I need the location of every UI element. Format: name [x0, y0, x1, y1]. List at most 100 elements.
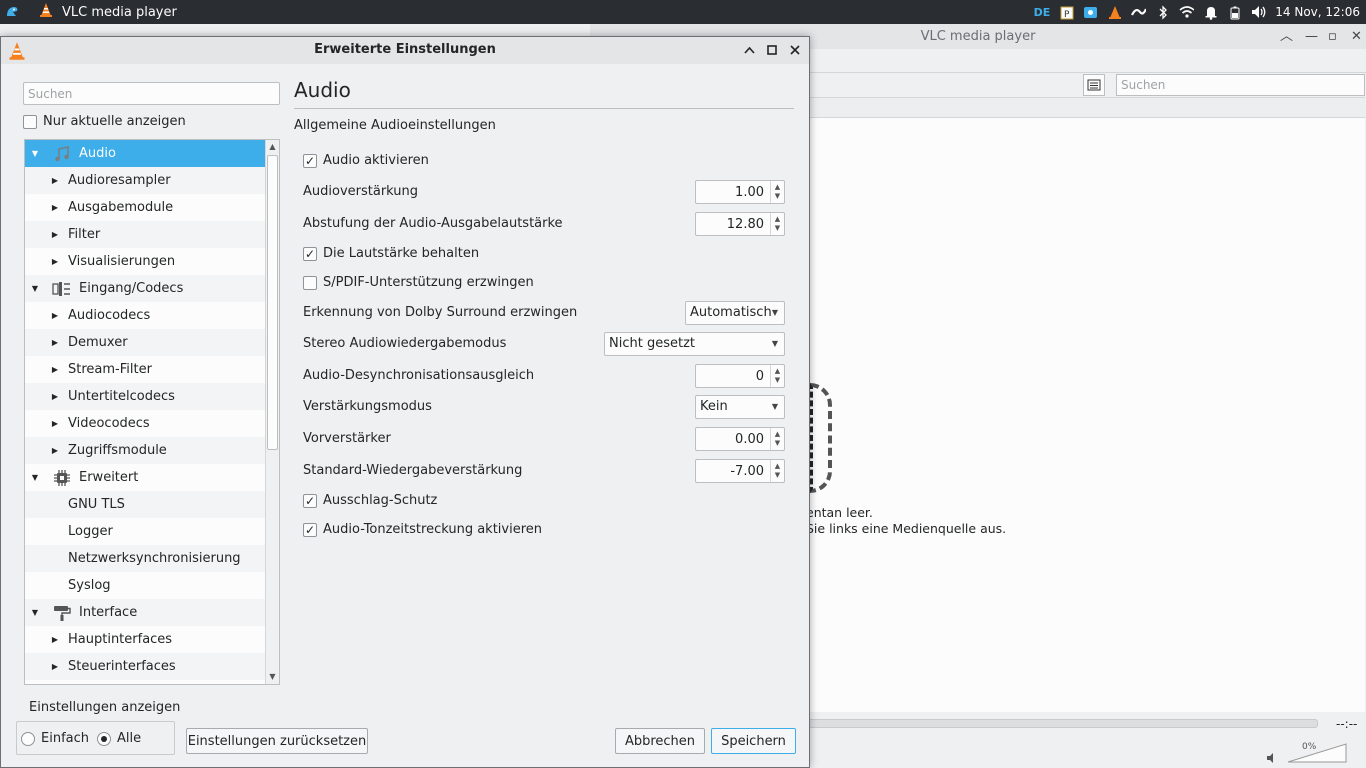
expand-arrow-icon[interactable]: ▶	[50, 446, 60, 456]
tree-item-syslog[interactable]: Syslog	[25, 572, 265, 599]
tree-item-eingang-codecs[interactable]: ▼ Eingang/Codecs	[25, 275, 265, 302]
expand-arrow-icon[interactable]: ▶	[50, 338, 60, 348]
time-stretch-check[interactable]: ✓	[303, 522, 317, 537]
discover-updates-icon[interactable]	[1083, 5, 1098, 20]
expand-arrow-icon[interactable]: ▶	[50, 662, 60, 672]
tree-item-netzwerksynchronisierung[interactable]: Netzwerksynchronisierung	[25, 545, 265, 572]
battery-icon[interactable]	[1227, 5, 1242, 20]
tree-item-videocodecs[interactable]: ▶ Videocodecs	[25, 410, 265, 437]
default-gain-spinbox[interactable]: -7.00 ▲ ▼	[695, 459, 785, 483]
settings-search-input[interactable]	[23, 82, 280, 105]
enable-audio-checkbox[interactable]: ✓ Audio aktivieren	[303, 153, 429, 168]
tree-item-demuxer[interactable]: ▶ Demuxer	[25, 329, 265, 356]
tree-item-ausgabemodule[interactable]: ▶ Ausgabemodule	[25, 194, 265, 221]
keep-volume-check[interactable]: ✓	[303, 246, 317, 261]
playlist-view-icon[interactable]	[1083, 74, 1105, 96]
expand-arrow-icon[interactable]: ▶	[50, 419, 60, 429]
tree-item-erweitert[interactable]: ▼ Erweitert	[25, 464, 265, 491]
only-current-checkbox[interactable]: Nur aktuelle anzeigen	[23, 114, 186, 129]
expand-arrow-icon[interactable]: ▶	[50, 257, 60, 267]
spdif-checkbox[interactable]: S/PDIF-Unterstützung erzwingen	[303, 275, 534, 290]
clock[interactable]: 14 Nov, 12:06	[1275, 5, 1360, 19]
gain-spinbox[interactable]: 1.00 ▲ ▼	[695, 180, 785, 204]
scroll-down-icon[interactable]: ▼	[266, 670, 279, 684]
clip-protect-check[interactable]: ✓	[303, 493, 317, 508]
reset-settings-button[interactable]: Einstellungen zurücksetzen	[186, 728, 368, 754]
main-maximize-icon[interactable]: ▫	[1328, 24, 1337, 49]
expand-arrow-icon[interactable]: ▶	[50, 635, 60, 645]
enable-audio-check[interactable]: ✓	[303, 153, 317, 168]
tree-item-stream-filter[interactable]: ▶ Stream-Filter	[25, 356, 265, 383]
spdif-check[interactable]	[303, 275, 317, 290]
main-help-icon[interactable]: ︿	[1280, 24, 1293, 49]
gain-value[interactable]: 1.00	[735, 185, 764, 200]
expand-arrow-icon[interactable]: ▶	[50, 230, 60, 240]
playlist-search-input[interactable]: Suchen	[1116, 74, 1365, 96]
tree-item-audioresampler[interactable]: ▶ Audioresampler	[25, 167, 265, 194]
cancel-button[interactable]: Abbrechen	[615, 728, 705, 754]
app-launcher-icon[interactable]	[0, 0, 24, 24]
expand-arrow-icon[interactable]: ▶	[50, 311, 60, 321]
notifications-bell-icon[interactable]	[1203, 5, 1218, 20]
tree-item-untertitelcodecs[interactable]: ▶ Untertitelcodecs	[25, 383, 265, 410]
spin-arrows-icon[interactable]: ▲ ▼	[770, 460, 784, 482]
keyboard-layout-indicator[interactable]: DE	[1034, 6, 1051, 19]
tree-item-audio[interactable]: ▼ Audio	[25, 140, 265, 167]
expand-arrow-icon[interactable]: ▶	[50, 176, 60, 186]
clip-protect-checkbox[interactable]: ✓ Ausschlag-Schutz	[303, 493, 437, 508]
mode-all-radio[interactable]: Alle	[97, 731, 141, 746]
settings-tree[interactable]: ▶ Steuerinterfaces ▶ Hauptinterfaces ▼ Interf…	[24, 139, 280, 685]
kdeconnect-icon[interactable]	[1131, 5, 1147, 20]
tree-item-visualisierungen[interactable]: ▶ Visualisierungen	[25, 248, 265, 275]
mode-simple-radio[interactable]: Einfach	[21, 731, 89, 746]
close-icon[interactable]	[786, 41, 804, 59]
mode-simple-radio-dot[interactable]	[21, 731, 35, 746]
default-gain-value[interactable]: -7.00	[730, 464, 764, 479]
maximize-icon[interactable]	[763, 41, 781, 59]
spin-arrows-icon[interactable]: ▲ ▼	[770, 213, 784, 235]
speaker-icon[interactable]	[1266, 752, 1278, 768]
desync-value[interactable]: 0	[756, 369, 764, 384]
expand-arrow-icon[interactable]: ▼	[30, 149, 40, 159]
tree-item-filter[interactable]: ▶ Filter	[25, 221, 265, 248]
dialog-titlebar[interactable]: Erweiterte Einstellungen	[1, 37, 809, 64]
expand-arrow-icon[interactable]: ▶	[50, 392, 60, 402]
tree-item-hauptinterfaces[interactable]: ▶ Hauptinterfaces	[25, 626, 265, 653]
scroll-up-icon[interactable]: ▲	[266, 140, 279, 154]
spin-arrows-icon[interactable]: ▲ ▼	[770, 365, 784, 387]
clipboard-icon[interactable]: P	[1059, 5, 1074, 20]
expand-arrow-icon[interactable]: ▼	[30, 473, 40, 483]
stereo-mode-select[interactable]: Nicht gesetzt ▼	[604, 332, 785, 356]
spin-arrows-icon[interactable]: ▲ ▼	[770, 428, 784, 450]
mode-all-radio-dot[interactable]	[97, 731, 111, 746]
tree-item-logger[interactable]: Logger	[25, 518, 265, 545]
expand-arrow-icon[interactable]: ▶	[50, 203, 60, 213]
tree-item-gnu-tls[interactable]: GNU TLS	[25, 491, 265, 518]
preamp-value[interactable]: 0.00	[735, 432, 764, 447]
volume-step-value[interactable]: 12.80	[727, 217, 764, 232]
volume-slider[interactable]	[1286, 742, 1348, 764]
desync-spinbox[interactable]: 0 ▲ ▼	[695, 364, 785, 388]
bluetooth-icon[interactable]	[1155, 4, 1170, 20]
tree-item-audiocodecs[interactable]: ▶ Audiocodecs	[25, 302, 265, 329]
time-stretch-checkbox[interactable]: ✓ Audio-Tonzeitstreckung aktivieren	[303, 522, 542, 537]
expand-arrow-icon[interactable]: ▼	[30, 284, 40, 294]
keep-volume-checkbox[interactable]: ✓ Die Lautstärke behalten	[303, 246, 479, 261]
volume-step-spinbox[interactable]: 12.80 ▲ ▼	[695, 212, 785, 236]
preamp-spinbox[interactable]: 0.00 ▲ ▼	[695, 427, 785, 451]
spin-arrows-icon[interactable]: ▲ ▼	[770, 181, 784, 203]
expand-arrow-icon[interactable]: ▼	[30, 608, 40, 618]
vlc-tray-icon[interactable]	[1107, 5, 1122, 20]
main-close-icon[interactable]: ✕	[1351, 24, 1362, 49]
wifi-icon[interactable]	[1179, 5, 1195, 20]
seek-bar[interactable]	[802, 719, 1318, 728]
only-current-check[interactable]	[23, 114, 37, 129]
tree-item-interface[interactable]: ▼ Interface	[25, 599, 265, 626]
save-button[interactable]: Speichern	[711, 728, 796, 754]
main-minimize-icon[interactable]: —	[1305, 24, 1318, 49]
gain-mode-select[interactable]: Kein ▼	[695, 395, 785, 419]
scroll-thumb[interactable]	[267, 155, 278, 450]
volume-icon[interactable]	[1251, 5, 1266, 20]
tree-item-zugriffsmodule[interactable]: ▶ Zugriffsmodule	[25, 437, 265, 464]
tree-item-steuerinterfaces[interactable]: ▶ Steuerinterfaces	[25, 653, 265, 680]
